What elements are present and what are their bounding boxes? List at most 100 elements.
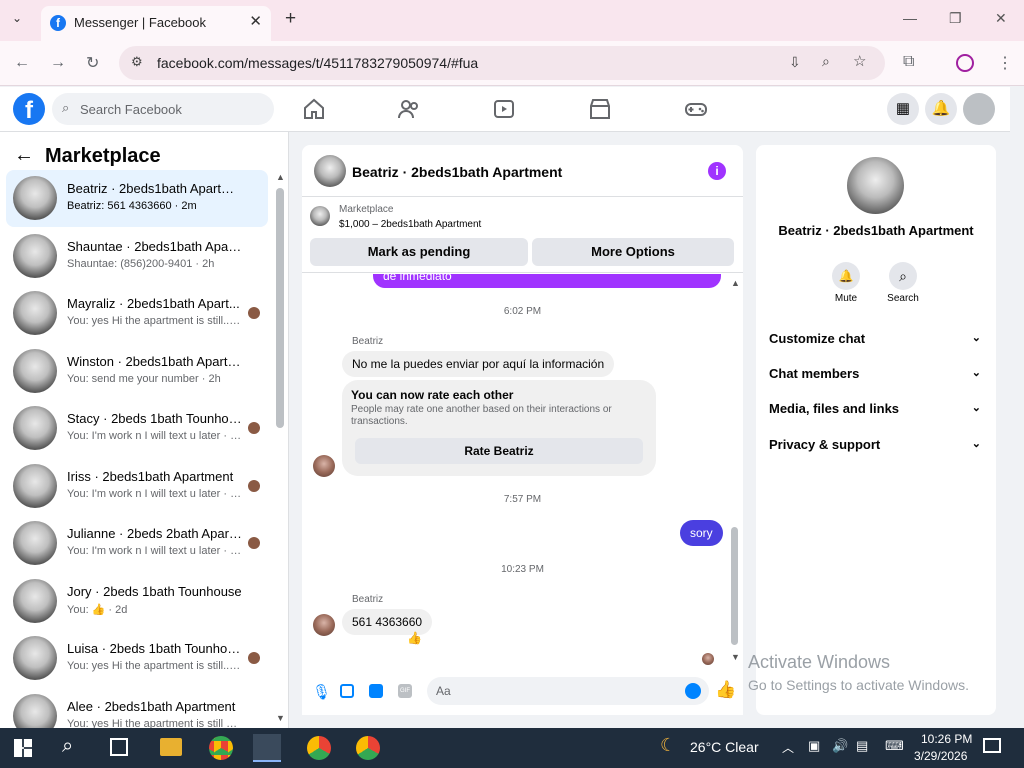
network-icon[interactable]: ▣ — [808, 738, 820, 754]
close-window-icon[interactable]: ✕ — [995, 10, 1007, 27]
zoom-icon[interactable]: ⌕ — [822, 53, 830, 70]
menu-grid-icon[interactable]: ▦ — [887, 93, 919, 125]
chat-title[interactable]: Beatriz · 2beds1bath Apartment — [352, 164, 562, 180]
message-bubble-cut[interactable]: de inmediato — [373, 274, 721, 288]
info-icon[interactable]: i — [708, 162, 726, 180]
conversation-snippet: You: I'm work n I will text u later · 2d — [67, 430, 242, 442]
friends-icon[interactable] — [396, 97, 422, 121]
taskbar-search-icon[interactable]: ⌕ — [62, 735, 73, 758]
address-bar[interactable]: ⚙ facebook.com/messages/t/45117832790509… — [119, 46, 885, 80]
task-view-icon[interactable] — [110, 738, 128, 756]
notifications-bell-icon[interactable]: 🔔 — [925, 93, 957, 125]
reload-icon[interactable]: ↻ — [86, 53, 99, 73]
search-conversation-icon[interactable]: ⌕ — [889, 262, 917, 290]
received-message[interactable]: No me la puedes enviar por aquí la infor… — [342, 351, 615, 377]
restore-icon[interactable]: ❐ — [949, 10, 962, 27]
extensions-icon[interactable]: ⧉ — [903, 53, 914, 71]
minimize-icon[interactable]: — — [903, 10, 917, 26]
conversation-item[interactable]: Winston · 2beds1bath Apartment You: send … — [6, 343, 268, 400]
sender-avatar[interactable] — [313, 614, 335, 636]
photo-icon[interactable] — [340, 684, 354, 698]
more-options-button[interactable]: More Options — [532, 238, 734, 266]
conversation-item[interactable]: Shauntae · 2beds1bath Apartme... Shauntae… — [6, 228, 268, 285]
clock-date[interactable]: 3/29/2026 — [914, 749, 967, 763]
chat-avatar[interactable] — [314, 155, 346, 187]
volume-icon[interactable]: 🔊 — [832, 738, 848, 754]
scroll-down-icon[interactable]: ▼ — [276, 713, 285, 723]
profile-avatar[interactable] — [847, 157, 904, 214]
conversation-item[interactable]: Stacy · 2beds 1bath Tounhouse You: I'm wo… — [6, 400, 268, 457]
privacy-support-option[interactable]: Privacy & support ⌄ — [769, 437, 981, 452]
chrome-profile-icon[interactable] — [356, 736, 380, 760]
sticker-icon[interactable] — [369, 684, 383, 698]
forward-icon[interactable]: → — [50, 54, 66, 72]
conversation-item[interactable]: Julianne · 2beds 2bath Apart... You: I'm … — [6, 515, 268, 572]
back-icon[interactable]: ← — [14, 54, 30, 72]
search-facebook-input[interactable]: ⌕ Search Facebook — [52, 93, 274, 125]
chat-scroll-down-icon[interactable]: ▼ — [731, 652, 740, 662]
browser-tab[interactable]: f Messenger | Facebook ✕ — [41, 6, 271, 41]
conversation-item[interactable]: Beatriz · 2beds1bath Apartment Beatriz: 5… — [6, 170, 268, 227]
facebook-logo[interactable]: f — [13, 93, 45, 125]
chat-members-option[interactable]: Chat members ⌄ — [769, 366, 981, 381]
show-hidden-icons[interactable]: ︿ — [782, 739, 794, 756]
weather-moon-icon[interactable]: ☾ — [660, 735, 676, 756]
gaming-icon[interactable] — [683, 97, 709, 121]
conversation-snippet: You: 👍 · 2d — [67, 604, 128, 616]
conversation-list-scrollbar[interactable] — [276, 188, 284, 428]
tab-list-chevron-icon[interactable]: ⌄ — [12, 11, 22, 25]
marketplace-icon[interactable] — [587, 97, 613, 121]
network-status-icon[interactable]: ▤ — [856, 738, 868, 754]
microphone-icon[interactable]: 🎙 — [312, 683, 331, 701]
read-receipt-avatar — [248, 422, 260, 434]
conversation-item[interactable]: Mayraliz · 2beds1bath Apart... You: yes H… — [6, 285, 268, 342]
bookmark-star-icon[interactable]: ☆ — [853, 52, 866, 70]
chrome-profile-icon[interactable] — [307, 736, 331, 760]
conversation-item[interactable]: Iriss · 2beds1bath Apartment You: I'm wor… — [6, 458, 268, 515]
video-icon[interactable] — [491, 97, 517, 121]
conversation-avatar — [13, 234, 57, 278]
conversation-item[interactable]: Luisa · 2beds 1bath Tounhouse You: yes Hi… — [6, 630, 268, 687]
active-app-icon[interactable] — [253, 734, 281, 762]
chat-scroll-up-icon[interactable]: ▲ — [731, 278, 740, 288]
conversation-name: Beatriz · 2beds1bath Apartment — [67, 181, 242, 196]
mute-label: Mute — [834, 293, 858, 304]
clock-time[interactable]: 10:26 PM — [921, 732, 972, 746]
reaction-emoji[interactable]: 👍 — [407, 631, 422, 645]
emoji-icon[interactable] — [685, 683, 701, 699]
conversation-snippet: You: yes Hi the apartment is still... · … — [67, 315, 242, 327]
notification-center-icon[interactable] — [983, 738, 1001, 753]
new-tab-icon[interactable]: + — [285, 8, 296, 30]
weather-text[interactable]: 26°C Clear — [690, 739, 759, 755]
file-explorer-icon[interactable] — [160, 738, 182, 756]
gif-icon[interactable]: GIF — [398, 684, 412, 698]
thumbs-up-icon[interactable]: 👍 — [715, 680, 736, 700]
read-receipt-avatar — [248, 652, 260, 664]
scroll-up-icon[interactable]: ▲ — [276, 172, 285, 182]
message-input[interactable]: Aa — [427, 677, 709, 705]
rate-button[interactable]: Rate Beatriz — [355, 438, 643, 464]
mark-as-pending-button[interactable]: Mark as pending — [310, 238, 528, 266]
sent-message[interactable]: sory — [680, 520, 723, 546]
media-files-links-option[interactable]: Media, files and links ⌄ — [769, 401, 981, 416]
tab-title: Messenger | Facebook — [74, 15, 206, 30]
customize-chat-option[interactable]: Customize chat ⌄ — [769, 331, 981, 346]
profile-icon[interactable] — [956, 54, 974, 72]
start-windows-icon[interactable] — [14, 739, 32, 757]
account-avatar[interactable] — [963, 93, 995, 125]
chrome-menu-icon[interactable]: ⋮ — [997, 53, 1013, 73]
chrome-icon[interactable] — [209, 736, 233, 760]
chat-scrollbar[interactable] — [731, 527, 738, 645]
keyboard-icon[interactable]: ⌨ — [885, 738, 904, 754]
conversation-item[interactable]: Jory · 2beds 1bath Tounhouse You: 👍 · 2d — [6, 573, 268, 630]
back-arrow-icon[interactable]: ← — [14, 144, 34, 167]
listing-thumbnail[interactable] — [310, 206, 330, 226]
install-app-icon[interactable]: ⇩ — [789, 54, 801, 71]
chat-info-panel: Beatriz · 2beds1bath Apartment 🔔 Mute ⌕ … — [756, 145, 996, 715]
sender-avatar[interactable] — [313, 455, 335, 477]
close-tab-icon[interactable]: ✕ — [249, 12, 262, 30]
listing-title[interactable]: $1,000 – 2beds1bath Apartment — [339, 219, 481, 230]
mute-icon[interactable]: 🔔 — [832, 262, 860, 290]
home-icon[interactable] — [301, 97, 327, 121]
site-info-icon[interactable]: ⚙ — [131, 54, 143, 70]
